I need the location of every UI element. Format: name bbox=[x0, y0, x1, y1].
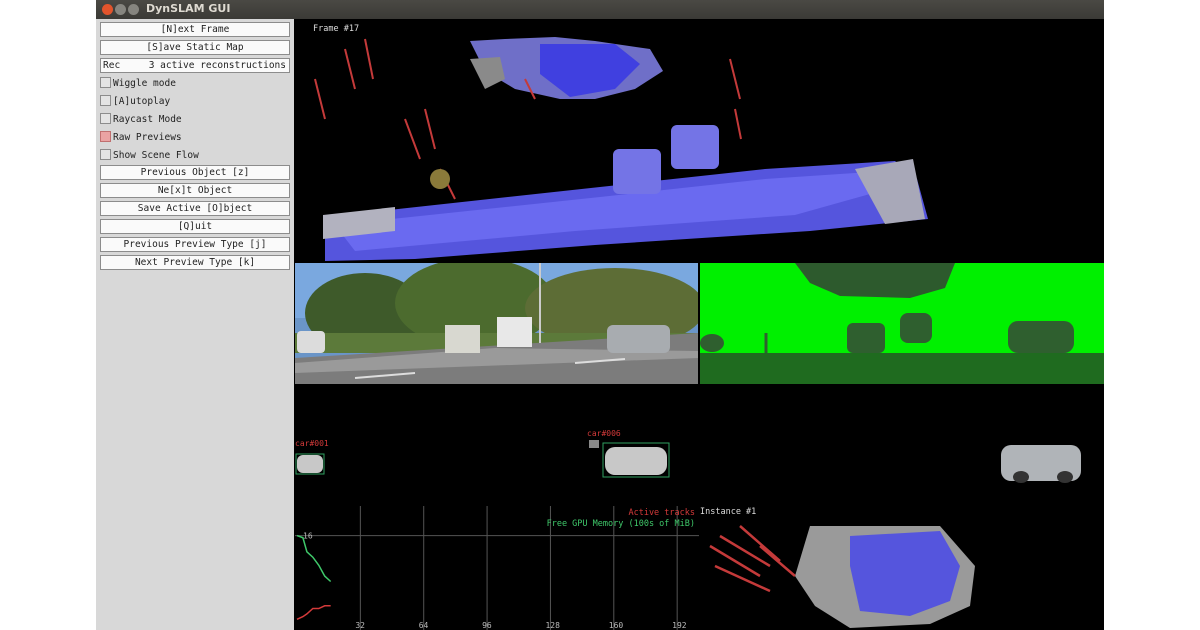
save-static-map-button[interactable]: [S]ave Static Map bbox=[100, 40, 290, 55]
rgb-camera-view bbox=[295, 263, 698, 384]
visualization-area: Frame #17 car#001 car#006 32 64 96 128 1… bbox=[295, 19, 1104, 630]
legend-free-gpu-memory: Free GPU Memory (100s of MiB) bbox=[546, 519, 695, 529]
series-line bbox=[296, 605, 331, 620]
autoplay-label: [A]utoplay bbox=[113, 96, 171, 107]
show-scene-flow-label: Show Scene Flow bbox=[113, 150, 199, 161]
raycast-mode-checkbox[interactable]: Raycast Mode bbox=[100, 112, 182, 127]
save-active-object-button[interactable]: Save Active [O]bject bbox=[100, 201, 290, 216]
previous-preview-type-button[interactable]: Previous Preview Type [j] bbox=[100, 237, 290, 252]
track1-label: car#001 bbox=[295, 439, 329, 448]
segmentation-view bbox=[700, 263, 1104, 384]
reconstruction-3d-view[interactable]: Frame #17 bbox=[295, 19, 1104, 263]
rec-label: Rec bbox=[103, 60, 121, 71]
instance-view[interactable]: Instance #1 bbox=[700, 506, 1104, 630]
control-panel: [N]ext Frame [S]ave Static Map Rec 3 act… bbox=[96, 19, 294, 630]
x-tick-label: 32 bbox=[355, 621, 365, 630]
previous-object-button[interactable]: Previous Object [z] bbox=[100, 165, 290, 180]
next-frame-button[interactable]: [N]ext Frame bbox=[100, 22, 290, 37]
next-preview-type-button[interactable]: Next Preview Type [k] bbox=[100, 255, 290, 270]
maximize-window-button[interactable] bbox=[128, 4, 139, 15]
y-tick-label: 16 bbox=[303, 532, 313, 541]
wiggle-mode-checkbox[interactable]: Wiggle mode bbox=[100, 76, 176, 91]
checkbox-box[interactable] bbox=[100, 113, 111, 124]
x-tick-label: 192 bbox=[672, 621, 687, 630]
raw-previews-checkbox[interactable]: Raw Previews bbox=[100, 130, 182, 145]
next-object-button[interactable]: Ne[x]t Object bbox=[100, 183, 290, 198]
tracks-view bbox=[295, 440, 1081, 483]
quit-button[interactable]: [Q]uit bbox=[100, 219, 290, 234]
close-window-button[interactable] bbox=[102, 4, 113, 15]
frame-label: Frame #17 bbox=[313, 24, 359, 34]
show-scene-flow-checkbox[interactable]: Show Scene Flow bbox=[100, 148, 199, 163]
x-tick-label: 64 bbox=[419, 621, 429, 630]
raycast-mode-label: Raycast Mode bbox=[113, 114, 182, 125]
autoplay-checkbox[interactable]: [A]utoplay bbox=[100, 94, 170, 109]
checkbox-box[interactable] bbox=[100, 149, 111, 160]
raw-previews-label: Raw Previews bbox=[113, 132, 182, 143]
checkbox-box[interactable] bbox=[100, 95, 111, 106]
app-window: DynSLAM GUI [N]ext Frame [S]ave Static M… bbox=[96, 0, 1104, 630]
legend-active-tracks: Active tracks bbox=[628, 508, 695, 518]
title-bar: DynSLAM GUI bbox=[96, 0, 1104, 19]
x-tick-label: 160 bbox=[609, 621, 624, 630]
minimize-window-button[interactable] bbox=[115, 4, 126, 15]
rec-value: 3 active reconstructions bbox=[148, 60, 286, 71]
x-tick-label: 96 bbox=[482, 621, 492, 630]
window-title: DynSLAM GUI bbox=[146, 2, 231, 15]
x-tick-label: 128 bbox=[545, 621, 560, 630]
checkbox-box[interactable] bbox=[100, 77, 111, 88]
track2-label: car#006 bbox=[587, 429, 621, 438]
checkbox-box-checked[interactable] bbox=[100, 131, 111, 142]
series-line bbox=[296, 534, 332, 583]
instance-label: Instance #1 bbox=[700, 507, 756, 517]
reconstructions-status: Rec 3 active reconstructions bbox=[100, 58, 290, 73]
wiggle-mode-label: Wiggle mode bbox=[113, 78, 176, 89]
